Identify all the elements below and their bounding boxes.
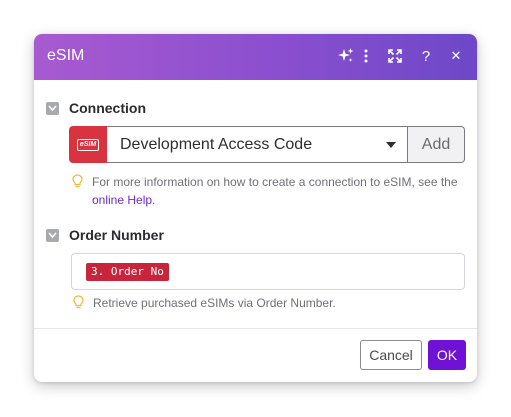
- connection-field: eSIM Development Access Code Add: [69, 126, 465, 163]
- connection-label: Connection: [69, 100, 146, 116]
- dropdown-caret-icon: [386, 141, 396, 148]
- esim-logo: eSIM: [69, 126, 107, 163]
- sparkle-icon[interactable]: [335, 45, 357, 67]
- connection-hint: For more information on how to create a …: [72, 173, 467, 209]
- ok-button[interactable]: OK: [428, 340, 466, 370]
- mapped-value-pill[interactable]: 3. Order No: [86, 262, 169, 281]
- connection-selected-value: Development Access Code: [120, 135, 313, 153]
- lightbulb-icon: [73, 295, 84, 314]
- connection-hint-end: .: [152, 193, 156, 207]
- close-icon[interactable]: ✕: [445, 45, 467, 67]
- more-vertical-icon[interactable]: [355, 45, 377, 67]
- connection-select[interactable]: Development Access Code: [107, 126, 408, 163]
- order-number-label: Order Number: [69, 227, 164, 243]
- order-number-input[interactable]: 3. Order No: [71, 253, 465, 290]
- help-icon[interactable]: ?: [415, 45, 437, 67]
- order-hint-text: Retrieve purchased eSIMs via Order Numbe…: [93, 296, 336, 310]
- dialog-header: eSIM ? ✕: [34, 34, 477, 80]
- add-connection-button[interactable]: Add: [408, 126, 465, 163]
- esim-logo-text: eSIM: [76, 138, 100, 151]
- collapse-toggle-icon[interactable]: [46, 101, 59, 115]
- order-hint: Retrieve purchased eSIMs via Order Numbe…: [73, 294, 336, 312]
- expand-icon[interactable]: [384, 45, 406, 67]
- connection-hint-text: For more information on how to create a …: [92, 175, 458, 189]
- collapse-toggle-icon[interactable]: [46, 228, 59, 242]
- lightbulb-icon: [72, 174, 83, 193]
- order-section-header[interactable]: Order Number: [46, 226, 164, 244]
- connection-section-header[interactable]: Connection: [46, 99, 146, 117]
- dialog-title: eSIM: [47, 47, 85, 64]
- online-help-link[interactable]: online Help: [92, 193, 152, 207]
- esim-dialog: eSIM ? ✕ Connection eSIM Development Acc…: [34, 34, 477, 382]
- cancel-button[interactable]: Cancel: [360, 340, 422, 370]
- footer-divider: [34, 328, 477, 329]
